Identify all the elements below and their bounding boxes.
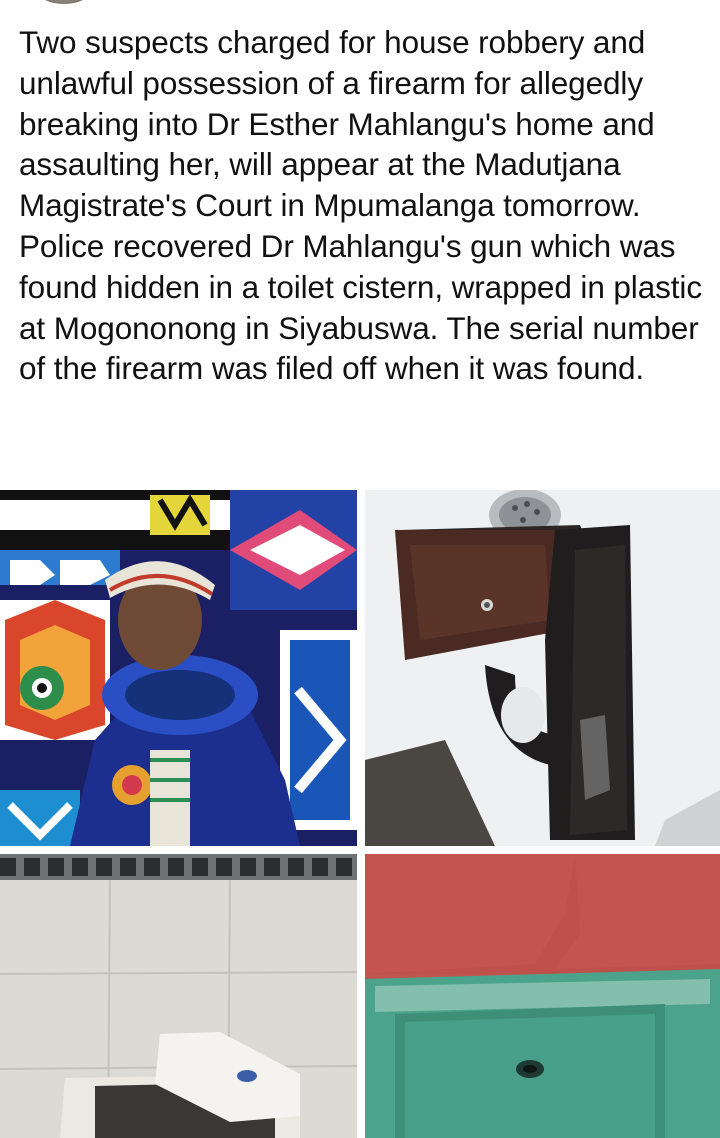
post-text: Two suspects charged for house robbery a… xyxy=(19,24,702,387)
author-avatar[interactable] xyxy=(38,0,90,4)
photo-woman-beadwork[interactable] xyxy=(0,490,357,846)
photo-pistol[interactable] xyxy=(365,490,720,846)
photo-toilet-cistern[interactable] xyxy=(0,854,357,1138)
photo-green-box[interactable] xyxy=(365,854,720,1138)
